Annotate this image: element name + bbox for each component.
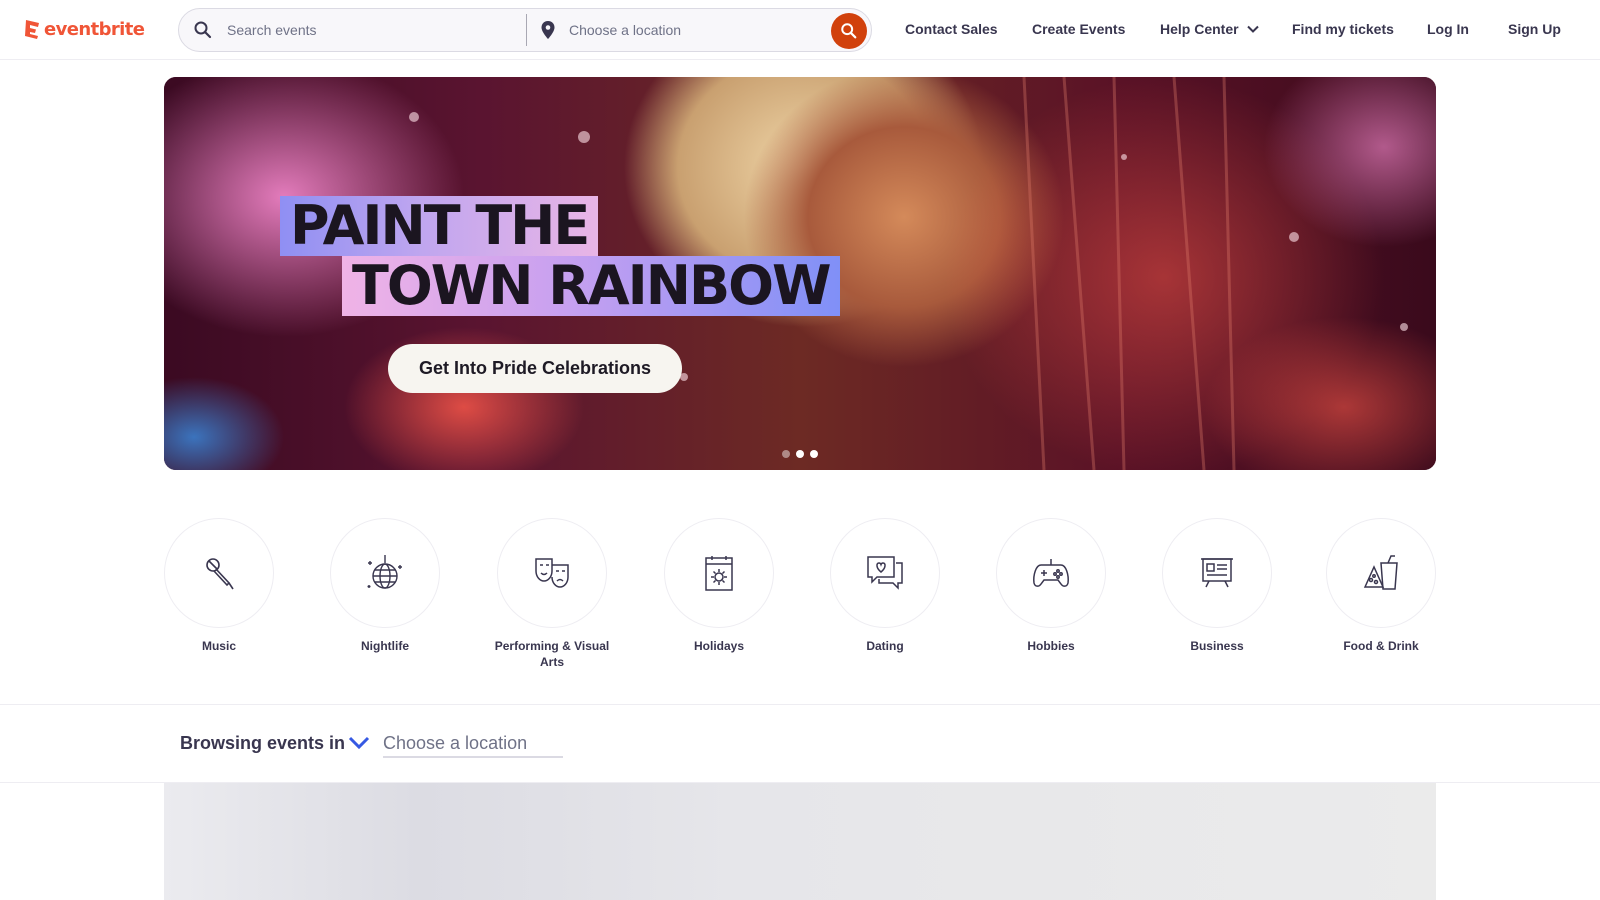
- carousel-dot-1[interactable]: [782, 450, 790, 458]
- category-circle: [664, 518, 774, 628]
- category-hobbies[interactable]: Hobbies: [996, 518, 1106, 654]
- category-nightlife[interactable]: Nightlife: [330, 518, 440, 654]
- nav-help-center[interactable]: Help Center: [1160, 21, 1259, 37]
- category-circle: [1326, 518, 1436, 628]
- nav-sign-up[interactable]: Sign Up: [1508, 21, 1561, 37]
- calendar-icon: [705, 556, 733, 591]
- category-list: Music Nightlife Performing & Visual Arts…: [164, 518, 1436, 678]
- category-food-drink[interactable]: Food & Drink: [1326, 518, 1436, 654]
- eventbrite-logo-icon: [25, 20, 39, 39]
- nav-help-center-label: Help Center: [1160, 21, 1239, 37]
- food-drink-icon: [1363, 555, 1398, 590]
- microphone-icon: [206, 558, 234, 590]
- search-input[interactable]: [227, 19, 527, 41]
- category-dating[interactable]: Dating: [830, 518, 940, 654]
- category-label: Business: [1190, 639, 1244, 653]
- category-circle: [164, 518, 274, 628]
- category-performing-visual-arts[interactable]: Performing & Visual Arts: [495, 518, 609, 670]
- search-divider: [526, 14, 527, 46]
- theater-masks-icon: [535, 558, 569, 588]
- browse-location-bar: Browsing events in: [0, 704, 1600, 783]
- hero-title-line-2: TOWN RAINBOW: [342, 256, 840, 316]
- browse-label: Browsing events in: [180, 733, 346, 753]
- category-label: Nightlife: [361, 639, 409, 653]
- category-label: Holidays: [693, 639, 744, 653]
- carousel-dot-2[interactable]: [796, 450, 804, 458]
- search-icon: [194, 21, 212, 39]
- category-holidays[interactable]: Holidays: [664, 518, 774, 654]
- chevron-down-icon[interactable]: [348, 735, 370, 751]
- gamepad-icon: [1033, 559, 1069, 587]
- search-bar: [178, 8, 872, 52]
- eventbrite-logo[interactable]: eventbrite: [24, 16, 145, 42]
- category-circle: [330, 518, 440, 628]
- hero-cta-button[interactable]: Get Into Pride Celebrations: [388, 344, 682, 393]
- category-circle: [830, 518, 940, 628]
- category-music[interactable]: Music: [164, 518, 274, 654]
- presentation-board-icon: [1201, 558, 1233, 588]
- category-label: Performing & Visual Arts: [494, 639, 610, 669]
- nav-log-in[interactable]: Log In: [1427, 21, 1469, 37]
- hero-carousel[interactable]: PAINT THE TOWN RAINBOW Get Into Pride Ce…: [164, 77, 1436, 470]
- search-button[interactable]: [831, 13, 867, 49]
- location-pin-icon: [541, 21, 555, 39]
- chat-heart-icon: [867, 556, 903, 590]
- chevron-down-icon: [1246, 25, 1259, 33]
- category-circle: [1162, 518, 1272, 628]
- category-label: Dating: [866, 639, 904, 653]
- location-input[interactable]: [569, 19, 809, 41]
- disco-ball-icon: [367, 555, 402, 589]
- carousel-dots: [782, 450, 818, 458]
- nav-contact-sales[interactable]: Contact Sales: [905, 21, 998, 37]
- top-header: eventbrite Contact Sales Create Events H…: [0, 0, 1600, 60]
- browse-location-input[interactable]: [383, 730, 563, 758]
- category-label: Hobbies: [1027, 639, 1075, 653]
- carousel-dot-3[interactable]: [810, 450, 818, 458]
- category-label: Music: [201, 639, 236, 653]
- category-circle: [497, 518, 607, 628]
- category-circle: [996, 518, 1106, 628]
- events-loading-placeholder: [164, 783, 1436, 900]
- search-button-icon: [841, 23, 857, 39]
- category-business[interactable]: Business: [1162, 518, 1272, 654]
- logo-text: eventbrite: [44, 18, 145, 40]
- nav-create-events[interactable]: Create Events: [1032, 21, 1125, 37]
- nav-find-tickets[interactable]: Find my tickets: [1292, 21, 1394, 37]
- category-label: Food & Drink: [1343, 639, 1419, 653]
- hero-title-line-1: PAINT THE: [280, 196, 599, 256]
